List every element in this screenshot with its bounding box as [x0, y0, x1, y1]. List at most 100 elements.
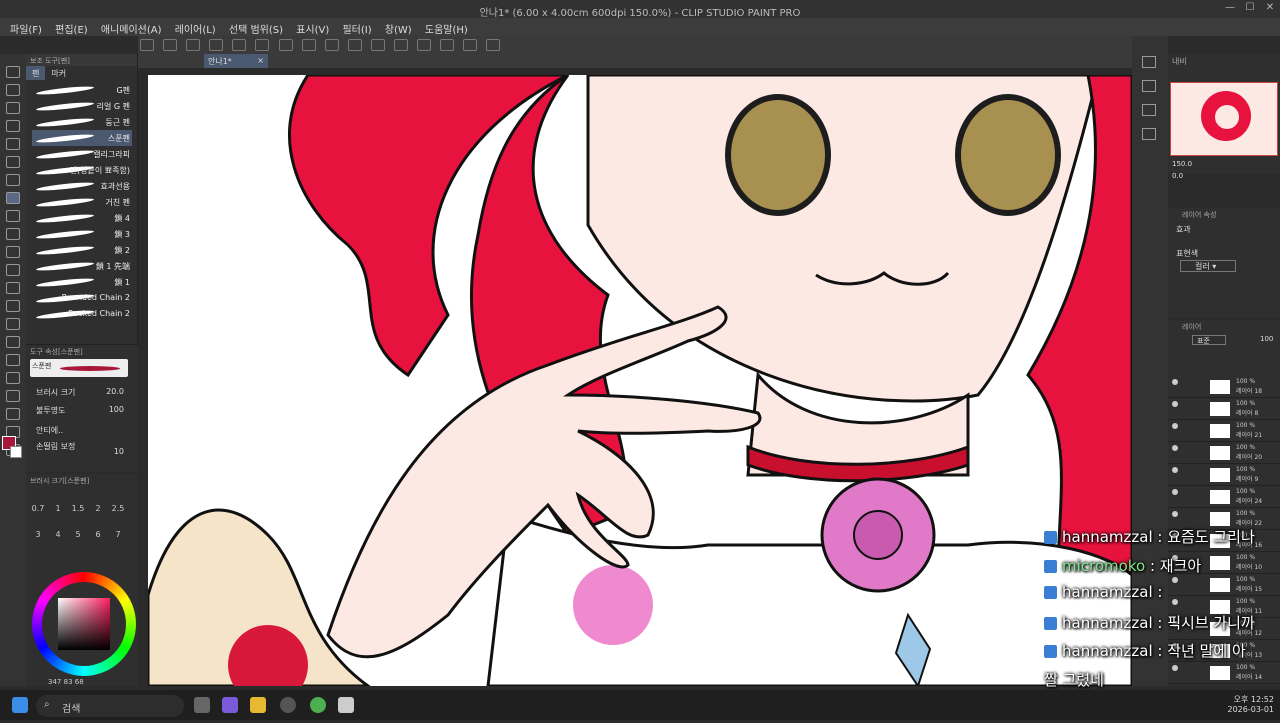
stabilization-value[interactable]: 10 — [114, 447, 124, 456]
task-view-icon[interactable] — [194, 697, 210, 713]
visibility-icon[interactable] — [1172, 445, 1178, 451]
brush-item[interactable]: 鎖 3 — [32, 226, 132, 242]
pen-icon[interactable] — [6, 192, 20, 204]
menu-animation[interactable]: 애니메이션(A) — [101, 18, 162, 36]
layer-row[interactable]: 100 % 레이어 8 — [1168, 398, 1280, 420]
fill-icon[interactable] — [301, 39, 316, 51]
brush-item[interactable]: 鎖 2 — [32, 242, 132, 258]
opacity-value[interactable]: 100 — [109, 405, 124, 414]
menu-layer[interactable]: 레이어(L) — [175, 18, 216, 36]
figure-icon[interactable] — [6, 354, 20, 366]
clear-icon[interactable] — [278, 39, 293, 51]
layer-search-icon[interactable] — [1142, 104, 1156, 116]
size-preset[interactable]: 2 — [88, 504, 108, 513]
frame-icon[interactable] — [6, 372, 20, 384]
lasso-icon[interactable] — [6, 156, 20, 168]
undo-icon[interactable] — [232, 39, 247, 51]
brush-item[interactable]: Racked Chain 2 — [32, 306, 132, 322]
zoom-icon[interactable] — [6, 66, 20, 78]
visibility-icon[interactable] — [1172, 467, 1178, 473]
move-icon[interactable] — [6, 102, 20, 114]
fill-tool-icon[interactable] — [6, 318, 20, 330]
brush-item[interactable]: 鎖 1 — [32, 274, 132, 290]
angle-value[interactable]: 0.0 — [1172, 172, 1183, 180]
material-icon[interactable] — [1142, 80, 1156, 92]
snap-ruler-icon[interactable] — [394, 39, 409, 51]
size-preset[interactable]: 5 — [68, 530, 88, 539]
eyedropper-icon[interactable] — [6, 174, 20, 186]
size-preset[interactable]: 7 — [108, 530, 128, 539]
new-file-icon[interactable] — [163, 39, 178, 51]
obs-icon[interactable] — [280, 697, 296, 713]
visibility-icon[interactable] — [1172, 489, 1178, 495]
text-icon[interactable] — [6, 408, 20, 420]
drawing-canvas[interactable] — [148, 75, 1132, 686]
brush-item[interactable]: 리얼 G 펜 — [32, 98, 132, 114]
save-icon[interactable] — [209, 39, 224, 51]
minimize-icon[interactable]: — — [1222, 2, 1238, 16]
clip-studio-taskbar-icon[interactable] — [338, 697, 354, 713]
menu-window[interactable]: 창(W) — [385, 18, 412, 36]
brush-icon[interactable] — [6, 228, 20, 240]
windows-start-icon[interactable] — [12, 697, 28, 713]
history-icon[interactable] — [1142, 128, 1156, 140]
chrome-icon[interactable] — [310, 697, 326, 713]
brush-item[interactable]: 둥근 펜 — [32, 114, 132, 130]
brush-item[interactable]: 스푼펜 — [32, 130, 132, 146]
size-preset[interactable]: 6 — [88, 530, 108, 539]
navigator-preview[interactable] — [1170, 82, 1278, 156]
selection-icon[interactable] — [6, 138, 20, 150]
size-preset[interactable]: 1.5 — [68, 504, 88, 513]
snap-special-ruler-icon[interactable] — [417, 39, 432, 51]
redo-icon[interactable] — [255, 39, 270, 51]
brush-item[interactable]: 펜(잉끝이 뾰족함) — [32, 162, 132, 178]
snap-grid-icon[interactable] — [440, 39, 455, 51]
blend-icon[interactable] — [6, 300, 20, 312]
layer-row[interactable]: 100 % 레이어 18 — [1168, 376, 1280, 398]
open-file-icon[interactable] — [186, 39, 201, 51]
zoom-value[interactable]: 150.0 — [1172, 160, 1192, 168]
menu-help[interactable]: 도움말(H) — [425, 18, 468, 36]
copilot-icon[interactable] — [222, 697, 238, 713]
hue-ring[interactable] — [32, 572, 136, 676]
taskbar-search[interactable]: ⌕ 검색 — [36, 695, 184, 717]
brush-size-value[interactable]: 20.0 — [106, 387, 124, 396]
expression-color-select[interactable]: 컬러 ▾ — [1180, 260, 1236, 272]
brush-item[interactable]: 효과선용 — [32, 178, 132, 194]
blend-mode-select[interactable]: 표준 — [1192, 335, 1226, 345]
brush-item[interactable]: Rounded Chain 2 — [32, 290, 132, 306]
sub-color-swatch[interactable] — [10, 446, 22, 458]
size-preset[interactable]: 4 — [48, 530, 68, 539]
airbrush-icon[interactable] — [6, 246, 20, 258]
operation-icon[interactable] — [6, 120, 20, 132]
tab-pen[interactable]: 펜 — [26, 66, 46, 80]
visibility-icon[interactable] — [1172, 379, 1178, 385]
close-icon[interactable]: ✕ — [1262, 2, 1278, 16]
eraser-icon[interactable] — [6, 282, 20, 294]
deselect-icon[interactable] — [347, 39, 362, 51]
menu-edit[interactable]: 편집(E) — [55, 18, 88, 36]
layer-row[interactable]: 100 % 레이어 24 — [1168, 486, 1280, 508]
menu-view[interactable]: 표시(V) — [296, 18, 329, 36]
visibility-icon[interactable] — [1172, 511, 1178, 517]
clip-studio-icon[interactable] — [140, 39, 154, 51]
pencil-icon[interactable] — [6, 210, 20, 222]
brush-item[interactable]: G펜 — [32, 82, 132, 98]
menu-file[interactable]: 파일(F) — [10, 18, 42, 36]
layer-opacity-value[interactable]: 100 — [1260, 335, 1273, 343]
system-clock[interactable]: 오후 12:52 2026-03-01 — [1214, 694, 1275, 714]
file-explorer-icon[interactable] — [250, 697, 266, 713]
menu-selection[interactable]: 선택 범위(S) — [229, 18, 283, 36]
size-preset[interactable]: 0.7 — [28, 504, 48, 513]
brush-item[interactable]: 鎖 1 先端 — [32, 258, 132, 274]
brush-item[interactable]: 鎖 4 — [32, 210, 132, 226]
settings-icon[interactable] — [463, 39, 478, 51]
saturation-value-square[interactable] — [58, 598, 110, 650]
decoration-icon[interactable] — [6, 264, 20, 276]
transform-icon[interactable] — [324, 39, 339, 51]
smartphone-icon[interactable] — [486, 39, 501, 51]
size-preset[interactable]: 2.5 — [108, 504, 128, 513]
maximize-icon[interactable]: ☐ — [1242, 2, 1258, 16]
brush-item[interactable]: 캘리그라피 — [32, 146, 132, 162]
invert-selection-icon[interactable] — [370, 39, 385, 51]
